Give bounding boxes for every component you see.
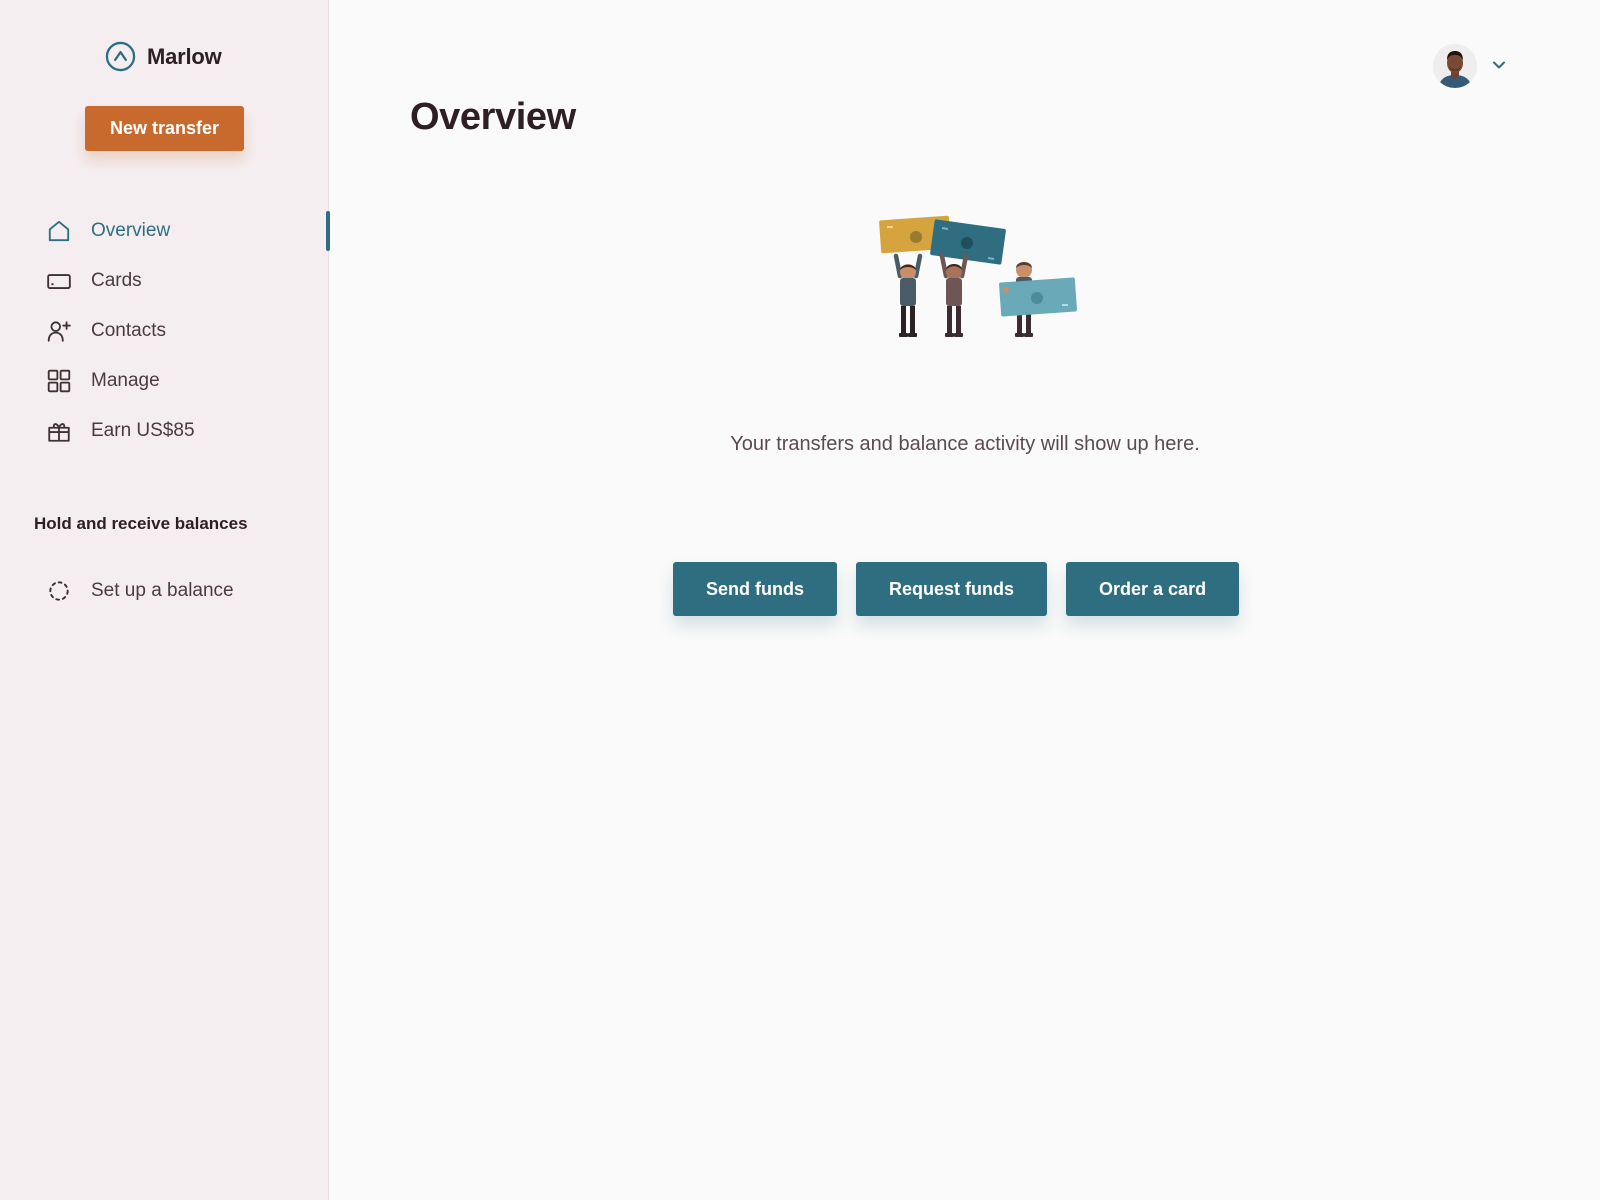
add-contact-icon [46,318,72,344]
card-icon [46,268,72,294]
page-title: Overview [410,96,576,138]
sidebar-item-label: Cards [91,270,142,291]
sidebar-item-label: Overview [91,220,171,241]
brand-name: Marlow [147,43,222,69]
sidebar-item-cards[interactable]: Cards [0,256,329,306]
set-up-balance-item[interactable]: Set up a balance [0,566,329,616]
sidebar-nav: Overview Cards Contacts Manage Earn US$8… [0,206,330,456]
home-icon [46,218,72,244]
chevron-down-icon[interactable] [1489,55,1509,75]
active-indicator [326,211,330,251]
set-up-balance-label: Set up a balance [91,580,234,601]
marlow-logo-icon [105,41,136,72]
order-card-button[interactable]: Order a card [1066,562,1240,616]
grid-icon [46,368,72,394]
new-transfer-button[interactable]: New transfer [85,106,244,151]
user-avatar[interactable] [1433,44,1477,88]
sidebar-item-label: Contacts [91,320,166,341]
sidebar-item-label: Manage [91,370,160,391]
action-buttons: Send funds Request funds Order a card [673,562,1240,616]
sidebar-item-overview[interactable]: Overview [0,206,330,256]
sidebar-item-manage[interactable]: Manage [0,356,329,406]
sidebar-item-label: Earn US$85 [91,420,195,441]
sidebar-item-earn[interactable]: Earn US$85 [0,406,329,456]
sidebar: Marlow New transfer Overview Cards Conta… [0,0,330,1200]
balances-section-heading: Hold and receive balances [34,514,248,533]
request-funds-button[interactable]: Request funds [856,562,1048,616]
send-funds-button[interactable]: Send funds [673,562,837,616]
brand[interactable]: Marlow [105,41,222,72]
sidebar-item-contacts[interactable]: Contacts [0,306,329,356]
empty-state-message: Your transfers and balance activity will… [730,433,1200,455]
people-holding-money-illustration [870,210,1080,350]
gift-icon [46,418,72,444]
dashed-circle-icon [46,578,72,604]
